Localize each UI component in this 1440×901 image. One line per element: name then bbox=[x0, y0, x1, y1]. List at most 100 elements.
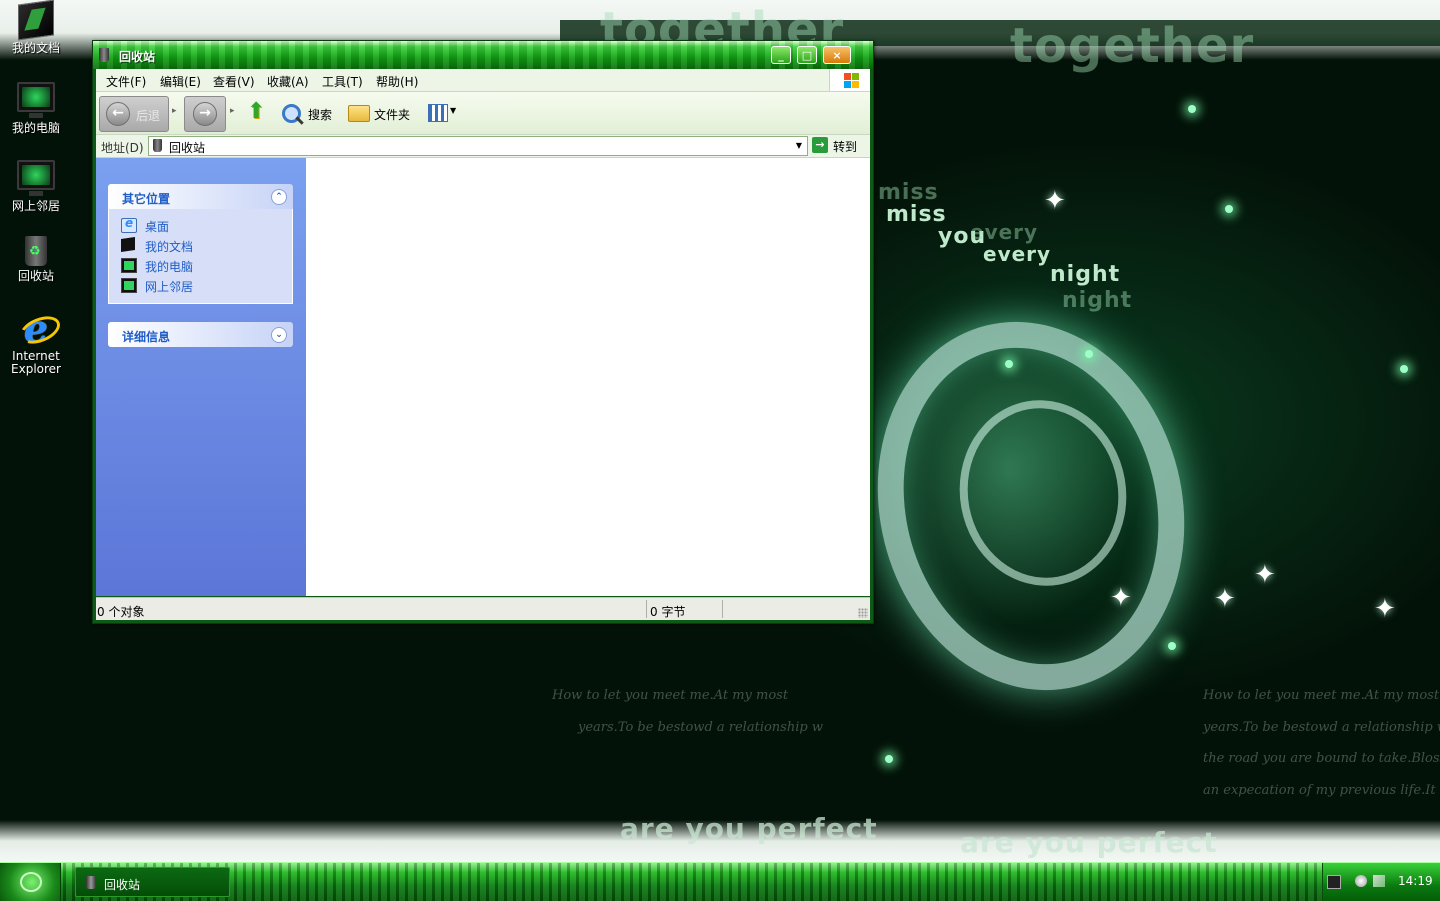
menu-view[interactable]: 查看(V) bbox=[213, 73, 255, 90]
address-dropdown-icon[interactable]: ▼ bbox=[791, 137, 807, 155]
menu-edit[interactable]: 编辑(E) bbox=[160, 73, 201, 90]
menu-tools[interactable]: 工具(T) bbox=[322, 73, 363, 90]
back-label: 后退 bbox=[136, 109, 161, 123]
internet-explorer-icon: e bbox=[19, 310, 53, 348]
sparkle bbox=[1400, 365, 1408, 373]
status-size: 0 字节 bbox=[650, 605, 686, 619]
taskbar: 回收站 14:19 bbox=[0, 862, 1440, 901]
menu-help[interactable]: 帮助(H) bbox=[376, 73, 418, 90]
window-title: 回收站 bbox=[119, 50, 156, 64]
network-places-icon bbox=[121, 278, 137, 293]
up-folder-button[interactable] bbox=[246, 99, 268, 124]
sparkle-star: ✦ bbox=[1374, 594, 1396, 624]
taskbar-item-recycle-bin[interactable]: 回收站 bbox=[75, 867, 230, 897]
go-arrow-icon: → bbox=[812, 137, 828, 153]
back-dropdown-icon[interactable]: ▸ bbox=[172, 106, 177, 116]
standard-toolbar: ← 后退 ▸ → ▸ 搜索 文件夹 ▼ bbox=[96, 92, 870, 135]
task-pane: 其它位置 ⌃ 桌面 我的文档 我的电脑 网上邻居 bbox=[96, 158, 306, 596]
go-label: 转到 bbox=[833, 140, 858, 154]
folders-label: 文件夹 bbox=[374, 108, 411, 122]
window-titlebar[interactable]: 回收站 _ □ × bbox=[93, 41, 873, 69]
windows-logo-icon bbox=[829, 69, 870, 91]
wallpaper-word-every-bg: every bbox=[970, 220, 1039, 244]
desktop-icon-my-documents[interactable]: 我的文档 bbox=[0, 0, 72, 55]
forward-button[interactable]: → bbox=[184, 96, 226, 132]
address-value: 回收站 bbox=[169, 141, 206, 155]
menu-favorites[interactable]: 收藏(A) bbox=[267, 73, 309, 90]
my-documents-icon bbox=[18, 0, 54, 41]
desktop-icon-label: 我的电脑 bbox=[11, 121, 60, 135]
place-link-desktop[interactable]: 桌面 bbox=[109, 215, 292, 235]
wallpaper-handwriting: How to let you meet me.At my most bbox=[1203, 688, 1440, 703]
minimize-button[interactable]: _ bbox=[771, 46, 791, 64]
my-computer-icon bbox=[17, 82, 55, 118]
desktop-icon-label: 我的文档 bbox=[11, 41, 60, 55]
volume-icon[interactable] bbox=[1355, 875, 1367, 887]
other-places-title: 其它位置 bbox=[122, 192, 171, 206]
place-label: 我的电脑 bbox=[145, 260, 194, 274]
sparkle bbox=[1188, 105, 1196, 113]
details-panel: 详细信息 ⌄ bbox=[108, 322, 293, 347]
recycle-bin-window: 回收站 _ □ × 文件(F) 编辑(E) 查看(V) 收藏(A) 工具(T) … bbox=[92, 40, 874, 624]
sparkle bbox=[1085, 350, 1093, 358]
search-button[interactable]: 搜索 bbox=[280, 96, 340, 130]
chevron-down-icon: ▼ bbox=[450, 106, 457, 115]
system-tray: 14:19 bbox=[1322, 863, 1440, 901]
go-button[interactable]: → 转到 bbox=[812, 136, 864, 154]
address-field[interactable]: 回收站 ▼ bbox=[148, 136, 808, 156]
tray-show-icons-icon[interactable] bbox=[1327, 875, 1341, 889]
file-list-area[interactable] bbox=[306, 158, 870, 596]
other-places-panel: 其它位置 ⌃ 桌面 我的文档 我的电脑 网上邻居 bbox=[108, 184, 293, 304]
desktop-icon-my-computer[interactable]: 我的电脑 bbox=[0, 78, 72, 135]
folders-button[interactable]: 文件夹 bbox=[346, 96, 418, 130]
forward-arrow-icon: → bbox=[193, 102, 217, 126]
place-link-my-documents[interactable]: 我的文档 bbox=[109, 235, 292, 255]
network-icon[interactable] bbox=[1373, 875, 1385, 887]
place-link-network-places[interactable]: 网上邻居 bbox=[109, 275, 292, 295]
wallpaper-word-night: night bbox=[1050, 262, 1121, 287]
place-label: 桌面 bbox=[145, 220, 170, 234]
collapse-chevron-icon[interactable]: ⌃ bbox=[271, 189, 287, 205]
start-orb-icon bbox=[20, 872, 42, 892]
details-header[interactable]: 详细信息 ⌄ bbox=[108, 322, 293, 347]
expand-chevron-icon[interactable]: ⌄ bbox=[271, 327, 287, 343]
maximize-button[interactable]: □ bbox=[797, 46, 817, 64]
wallpaper-handwriting: years.To be bestowd a relationship w bbox=[1203, 720, 1440, 735]
place-label: 我的文档 bbox=[145, 240, 194, 254]
views-button[interactable]: ▼ bbox=[424, 96, 464, 130]
menu-bar: 文件(F) 编辑(E) 查看(V) 收藏(A) 工具(T) 帮助(H) bbox=[96, 69, 870, 92]
start-button[interactable] bbox=[0, 863, 61, 901]
recycle-bin-icon bbox=[86, 876, 96, 889]
folder-icon bbox=[348, 105, 370, 122]
place-link-my-computer[interactable]: 我的电脑 bbox=[109, 255, 292, 275]
status-divider bbox=[722, 600, 723, 618]
desktop-icon-network-places[interactable]: 网上邻居 bbox=[0, 156, 72, 213]
forward-dropdown-icon[interactable]: ▸ bbox=[230, 106, 235, 116]
status-bar: 0 个对象 0 字节 bbox=[96, 597, 870, 620]
wallpaper-banner-perfect: are you perfect bbox=[620, 812, 878, 845]
address-label: 地址(D) bbox=[101, 141, 144, 155]
desktop-icon-recycle-bin[interactable]: 回收站 bbox=[0, 236, 72, 283]
desktop-icon-internet-explorer[interactable]: e Internet Explorer bbox=[0, 310, 72, 376]
wallpaper-handwriting: an expecation of my previous life.It bbox=[1203, 783, 1436, 798]
recycle-bin-icon bbox=[99, 48, 109, 62]
desktop-icon-label: Internet Explorer bbox=[11, 349, 61, 376]
sparkle-star: ✦ bbox=[1044, 186, 1066, 216]
close-button[interactable]: × bbox=[823, 46, 851, 64]
details-title: 详细信息 bbox=[122, 330, 171, 344]
wallpaper-handwriting: years.To be bestowd a relationship w bbox=[578, 720, 823, 735]
desktop-icon-label: 网上邻居 bbox=[11, 199, 60, 213]
sparkle bbox=[1005, 360, 1013, 368]
desktop-icon bbox=[121, 216, 137, 233]
menu-file[interactable]: 文件(F) bbox=[106, 73, 146, 90]
back-button[interactable]: ← 后退 bbox=[99, 96, 169, 132]
wallpaper-handwriting: the road you are bound to take.Bloss bbox=[1203, 751, 1440, 766]
wallpaper-word-every: every bbox=[983, 242, 1052, 266]
address-bar: 地址(D) 回收站 ▼ → 转到 bbox=[96, 135, 870, 158]
other-places-header[interactable]: 其它位置 ⌃ bbox=[108, 184, 293, 209]
clock[interactable]: 14:19 bbox=[1398, 874, 1433, 888]
my-documents-icon bbox=[121, 237, 135, 252]
sparkle-star: ✦ bbox=[1214, 584, 1236, 614]
sparkle-star: ✦ bbox=[1254, 560, 1276, 590]
resize-grip-icon[interactable] bbox=[858, 608, 868, 618]
